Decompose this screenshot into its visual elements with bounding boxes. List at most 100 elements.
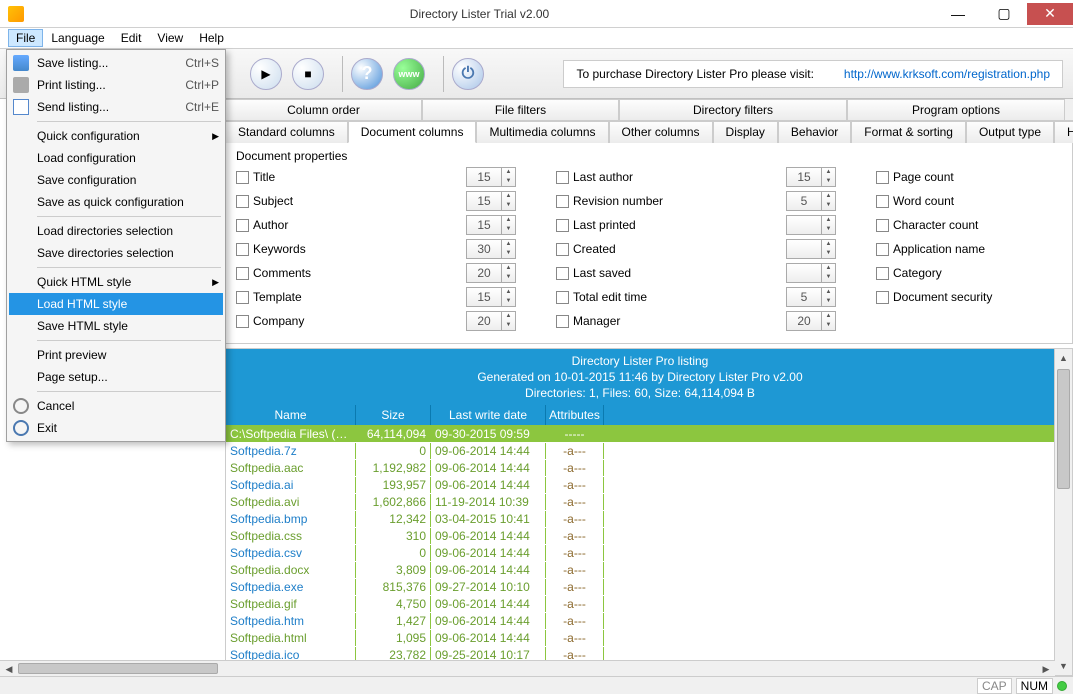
- checkbox[interactable]: [236, 315, 249, 328]
- menu-file[interactable]: File: [8, 29, 43, 47]
- width-spinner[interactable]: ▲▼: [786, 215, 836, 235]
- spin-down-icon[interactable]: ▼: [501, 201, 515, 210]
- col-name[interactable]: Name: [226, 405, 356, 425]
- menu-save-html-style[interactable]: Save HTML style: [9, 315, 223, 337]
- file-row[interactable]: Softpedia.aac 1,192,982 09-06-2014 14:44…: [226, 459, 1054, 476]
- stop-button[interactable]: ■: [292, 58, 324, 90]
- checkbox[interactable]: [236, 219, 249, 232]
- menu-print-listing[interactable]: Print listing...Ctrl+P: [9, 74, 223, 96]
- spin-down-icon[interactable]: ▼: [501, 273, 515, 282]
- checkbox[interactable]: [556, 315, 569, 328]
- tab-output-type[interactable]: Output type: [966, 121, 1054, 143]
- tab-display[interactable]: Display: [713, 121, 778, 143]
- width-spinner[interactable]: 5 ▲▼: [786, 191, 836, 211]
- width-spinner[interactable]: 5 ▲▼: [786, 287, 836, 307]
- checkbox[interactable]: [876, 195, 889, 208]
- menu-load-html-style[interactable]: Load HTML style: [9, 293, 223, 315]
- www-button[interactable]: www: [393, 58, 425, 90]
- tab-multimedia-columns[interactable]: Multimedia columns: [476, 121, 608, 143]
- checkbox[interactable]: [876, 171, 889, 184]
- spin-down-icon[interactable]: ▼: [821, 177, 835, 186]
- menu-save-as-quick-configuration[interactable]: Save as quick configuration: [9, 191, 223, 213]
- menu-exit[interactable]: Exit: [9, 417, 223, 439]
- checkbox[interactable]: [236, 243, 249, 256]
- spin-down-icon[interactable]: ▼: [821, 273, 835, 282]
- file-row[interactable]: Softpedia.ai 193,957 09-06-2014 14:44 -a…: [226, 476, 1054, 493]
- spin-up-icon[interactable]: ▲: [821, 312, 835, 321]
- spin-up-icon[interactable]: ▲: [501, 312, 515, 321]
- tab-column-order[interactable]: Column order: [225, 99, 422, 120]
- power-button[interactable]: ⏻: [452, 58, 484, 90]
- checkbox[interactable]: [556, 267, 569, 280]
- menu-save-configuration[interactable]: Save configuration: [9, 169, 223, 191]
- menu-edit[interactable]: Edit: [113, 29, 150, 47]
- file-row[interactable]: Softpedia.html 1,095 09-06-2014 14:44 -a…: [226, 629, 1054, 646]
- width-spinner[interactable]: 30 ▲▼: [466, 239, 516, 259]
- spin-down-icon[interactable]: ▼: [501, 225, 515, 234]
- checkbox[interactable]: [236, 171, 249, 184]
- scroll-thumb[interactable]: [1057, 369, 1070, 489]
- checkbox[interactable]: [876, 291, 889, 304]
- spin-up-icon[interactable]: ▲: [501, 168, 515, 177]
- width-spinner[interactable]: 15 ▲▼: [466, 287, 516, 307]
- menu-save-listing[interactable]: Save listing...Ctrl+S: [9, 52, 223, 74]
- spin-down-icon[interactable]: ▼: [501, 321, 515, 330]
- menu-page-setup[interactable]: Page setup...: [9, 366, 223, 388]
- spin-down-icon[interactable]: ▼: [501, 297, 515, 306]
- checkbox[interactable]: [556, 219, 569, 232]
- spin-up-icon[interactable]: ▲: [821, 288, 835, 297]
- tab-other-columns[interactable]: Other columns: [609, 121, 713, 143]
- scroll-up-icon[interactable]: ▲: [1055, 349, 1072, 367]
- file-row[interactable]: Softpedia.avi 1,602,866 11-19-2014 10:39…: [226, 493, 1054, 510]
- tab-behavior[interactable]: Behavior: [778, 121, 851, 143]
- spin-up-icon[interactable]: ▲: [821, 168, 835, 177]
- vertical-scrollbar[interactable]: ▲ ▼: [1054, 349, 1072, 675]
- tab-standard-columns[interactable]: Standard columns: [225, 121, 348, 143]
- width-spinner[interactable]: 15 ▲▼: [466, 167, 516, 187]
- file-row[interactable]: Softpedia.7z 0 09-06-2014 14:44 -a---: [226, 442, 1054, 459]
- file-row[interactable]: Softpedia.htm 1,427 09-06-2014 14:44 -a-…: [226, 612, 1054, 629]
- menu-quick-html-style[interactable]: Quick HTML style▶: [9, 271, 223, 293]
- menu-load-configuration[interactable]: Load configuration: [9, 147, 223, 169]
- scroll-right-icon[interactable]: ▶: [1037, 661, 1055, 676]
- menu-load-directories-selection[interactable]: Load directories selection: [9, 220, 223, 242]
- width-spinner[interactable]: 15 ▲▼: [466, 215, 516, 235]
- col-size[interactable]: Size: [356, 405, 431, 425]
- minimize-button[interactable]: —: [935, 3, 981, 25]
- folder-row[interactable]: C:\Softpedia Files\ (60) 64,114,094 09-3…: [226, 425, 1054, 442]
- spin-up-icon[interactable]: ▲: [821, 192, 835, 201]
- scroll-left-icon[interactable]: ◀: [0, 661, 18, 676]
- width-spinner[interactable]: ▲▼: [786, 263, 836, 283]
- tab-document-columns[interactable]: Document columns: [348, 121, 477, 143]
- width-spinner[interactable]: 15 ▲▼: [466, 191, 516, 211]
- file-row[interactable]: Softpedia.gif 4,750 09-06-2014 14:44 -a-…: [226, 595, 1054, 612]
- checkbox[interactable]: [556, 291, 569, 304]
- menu-cancel[interactable]: Cancel: [9, 395, 223, 417]
- width-spinner[interactable]: 20 ▲▼: [466, 263, 516, 283]
- spin-down-icon[interactable]: ▼: [821, 297, 835, 306]
- file-row[interactable]: Softpedia.csv 0 09-06-2014 14:44 -a---: [226, 544, 1054, 561]
- spin-up-icon[interactable]: ▲: [501, 192, 515, 201]
- tab-file-filters[interactable]: File filters: [422, 99, 619, 120]
- spin-up-icon[interactable]: ▲: [501, 216, 515, 225]
- spin-up-icon[interactable]: ▲: [821, 216, 835, 225]
- checkbox[interactable]: [556, 195, 569, 208]
- help-button[interactable]: ?: [351, 58, 383, 90]
- menu-help[interactable]: Help: [191, 29, 232, 47]
- spin-up-icon[interactable]: ▲: [821, 264, 835, 273]
- width-spinner[interactable]: 15 ▲▼: [786, 167, 836, 187]
- tab-directory-filters[interactable]: Directory filters: [619, 99, 847, 120]
- col-date[interactable]: Last write date: [431, 405, 546, 425]
- spin-down-icon[interactable]: ▼: [821, 249, 835, 258]
- menu-language[interactable]: Language: [43, 29, 112, 47]
- checkbox[interactable]: [556, 171, 569, 184]
- close-button[interactable]: ✕: [1027, 3, 1073, 25]
- spin-down-icon[interactable]: ▼: [821, 321, 835, 330]
- tab-program-options[interactable]: Program options: [847, 99, 1065, 120]
- checkbox[interactable]: [236, 267, 249, 280]
- file-row[interactable]: Softpedia.css 310 09-06-2014 14:44 -a---: [226, 527, 1054, 544]
- checkbox[interactable]: [236, 195, 249, 208]
- width-spinner[interactable]: 20 ▲▼: [786, 311, 836, 331]
- checkbox[interactable]: [236, 291, 249, 304]
- checkbox[interactable]: [876, 267, 889, 280]
